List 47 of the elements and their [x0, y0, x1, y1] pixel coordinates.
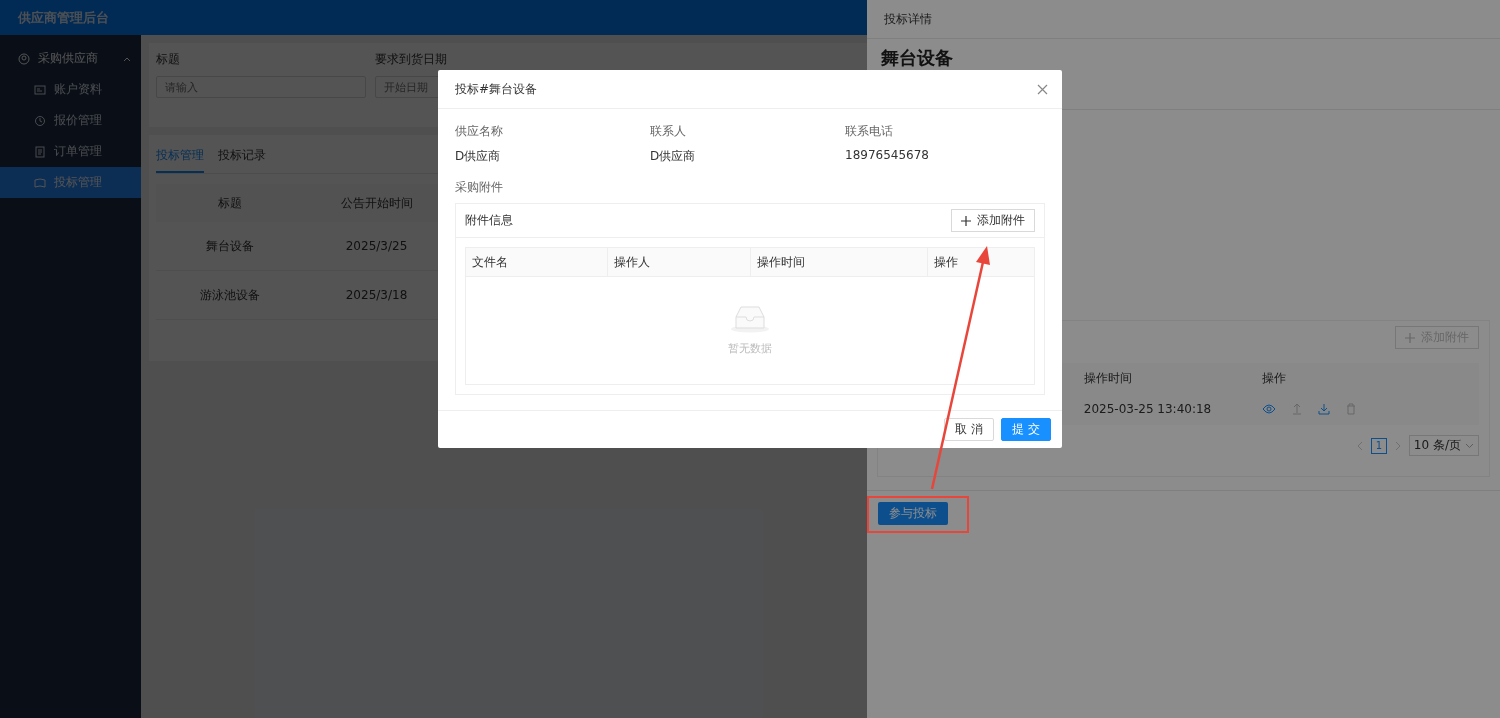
- card-title: 附件信息: [465, 212, 513, 229]
- empty-text: 暂无数据: [728, 341, 772, 356]
- tab[interactable]: 投标记录: [218, 143, 266, 173]
- field-label: 要求到货日期: [375, 51, 448, 68]
- chevron-icon: [1465, 442, 1474, 449]
- section-label: 采购附件: [455, 179, 504, 196]
- field-label: 标题: [156, 51, 181, 68]
- plus-icon: [961, 215, 971, 226]
- column-header: 操作人: [607, 247, 751, 277]
- previous-icon[interactable]: [1356, 440, 1363, 451]
- tab[interactable]: 投标管理: [156, 143, 204, 173]
- user-icon: [18, 52, 30, 65]
- join-bid-button[interactable]: 参与投标: [878, 502, 948, 525]
- table-cell: 舞台设备: [156, 222, 303, 271]
- column-header: 操作时间: [751, 247, 928, 277]
- drawer-title: 投标详情: [884, 10, 932, 28]
- close-icon[interactable]: [1037, 83, 1048, 95]
- plus-icon: [1405, 332, 1415, 343]
- field-value: 18976545678: [845, 148, 930, 162]
- field-label: 供应名称: [455, 123, 504, 140]
- app-title: 供应商管理后台: [18, 8, 109, 27]
- column-header: 文件名: [465, 247, 608, 277]
- clock-icon: [34, 114, 46, 127]
- add-attachment-button[interactable]: 添加附件: [951, 209, 1035, 232]
- next-icon[interactable]: [1394, 440, 1401, 451]
- field-label: 联系人: [650, 123, 687, 140]
- drawer-heading: 舞台设备: [881, 47, 953, 69]
- page-size-select[interactable]: 10 条/页: [1408, 435, 1479, 456]
- download-icon[interactable]: [1318, 403, 1330, 415]
- empty-inbox-icon: [730, 305, 770, 333]
- trash-icon[interactable]: [1346, 403, 1356, 415]
- submit-button[interactable]: 提 交: [1001, 418, 1051, 441]
- document-icon: [34, 145, 46, 158]
- book-icon: [34, 176, 46, 189]
- table-cell: 游泳池设备: [156, 270, 303, 320]
- upload-icon[interactable]: [1292, 403, 1302, 415]
- sidebar-group[interactable]: 采购供应商: [0, 43, 141, 74]
- eye-icon[interactable]: [1262, 404, 1276, 414]
- field-value: D供应商: [650, 148, 697, 165]
- field-value: D供应商: [455, 148, 502, 165]
- field-label: 联系电话: [845, 123, 894, 140]
- column-header: 操作: [927, 247, 1035, 277]
- cancel-button[interactable]: 取 消: [944, 418, 995, 441]
- sidebar-item[interactable]: 投标管理: [0, 167, 141, 198]
- page-button[interactable]: 1: [1370, 437, 1387, 454]
- modal-title: 投标#舞台设备: [455, 80, 538, 98]
- id-card-icon: [34, 83, 46, 96]
